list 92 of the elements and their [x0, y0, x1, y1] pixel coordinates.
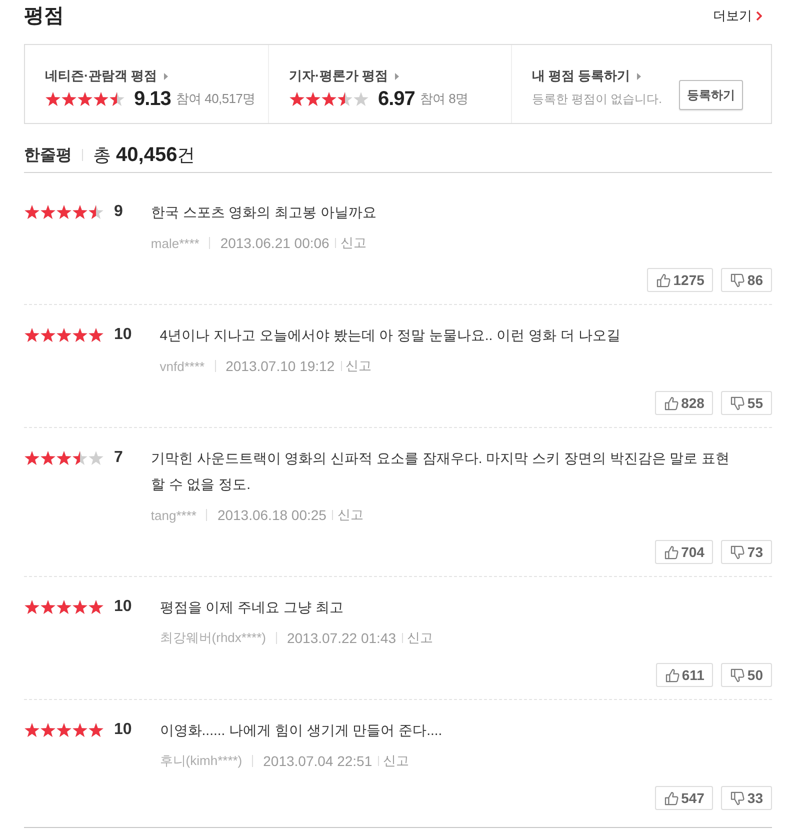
- chevron-right-icon: [756, 11, 762, 21]
- review-date: 2013.07.22 01:43: [286, 630, 396, 646]
- reviewer-name: 최강웨버(rhdx****): [160, 629, 266, 647]
- reviewer-name: 후니(kimh****): [160, 752, 242, 770]
- participant-count: 참여 40,517명: [176, 90, 256, 108]
- star-icon: [88, 451, 104, 465]
- dislike-button[interactable]: 50: [721, 663, 772, 687]
- star-icon: [24, 328, 40, 342]
- star-icon: [56, 205, 72, 219]
- register-rating-link[interactable]: 내 평점 등록하기: [532, 68, 662, 84]
- participant-count: 참여 8명: [420, 90, 468, 108]
- star-icon: [24, 723, 40, 737]
- star-icon: [56, 600, 72, 614]
- star-icon: [40, 600, 56, 614]
- average-score: 9.13: [134, 88, 171, 110]
- more-link[interactable]: 더보기: [713, 7, 762, 25]
- review-score: 10: [114, 598, 132, 616]
- review-score: 9: [114, 203, 123, 221]
- star-icon: [56, 328, 72, 342]
- reviewer-name: vnfd****: [160, 358, 205, 374]
- review-date: 2013.06.18 00:25: [217, 507, 326, 523]
- caret-icon: [394, 72, 399, 80]
- comments-title: 한줄평: [24, 146, 72, 166]
- star-icon: [61, 92, 77, 106]
- thumbs-down-icon: [730, 668, 746, 682]
- star-icon: [289, 92, 305, 106]
- thumbs-down-icon: [730, 396, 746, 410]
- star-icon: [88, 600, 104, 614]
- thumbs-down-icon: [730, 544, 746, 560]
- comment-total: 총 40,456건: [93, 143, 196, 167]
- review-date: 2013.06.21 00:06: [220, 235, 330, 251]
- rating-link[interactable]: 기자·평론가 평점: [289, 68, 511, 84]
- star-icon: [40, 328, 56, 342]
- like-button[interactable]: 547: [655, 786, 714, 810]
- star-icon: [40, 723, 56, 737]
- star-icon: [24, 600, 40, 614]
- thumbs-up-icon: [664, 790, 680, 806]
- star-icon: [88, 205, 104, 219]
- thumbs-down-icon: [730, 272, 746, 288]
- section-title: 평점: [24, 4, 64, 29]
- star-icon: [40, 451, 56, 465]
- review-score: 10: [114, 326, 132, 344]
- star-icon: [72, 600, 88, 614]
- review-text: 평점을 이제 주네요 그냥 최고: [160, 598, 344, 617]
- star-icon: [56, 451, 72, 465]
- caret-icon: [164, 72, 168, 80]
- reviewer-name: male****: [150, 236, 200, 250]
- star-icon: [24, 451, 40, 465]
- review-score: 10: [114, 721, 132, 739]
- star-icon: [45, 92, 61, 106]
- star-icon: [72, 205, 88, 219]
- review-text: 한국 스포츠 영화의 최고봉 아닐까요: [150, 203, 378, 222]
- star-icon: [353, 92, 369, 106]
- review-text: 이영화...... 나에게 힘이 생기게 만들어 준다....: [160, 721, 444, 740]
- like-button[interactable]: 1275: [647, 268, 714, 292]
- dislike-button[interactable]: 33: [721, 786, 772, 810]
- star-icon: [72, 328, 88, 342]
- star-icon: [337, 92, 353, 106]
- star-icon: [77, 92, 93, 106]
- star-icon: [109, 92, 125, 106]
- star-icon: [321, 92, 337, 106]
- thumbs-up-icon: [664, 544, 680, 560]
- thumbs-up-icon: [664, 668, 680, 682]
- caret-icon: [637, 72, 642, 80]
- thumbs-up-icon: [664, 396, 680, 410]
- star-icon: [72, 723, 88, 737]
- thumbs-down-icon: [730, 790, 746, 806]
- like-button[interactable]: 611: [656, 663, 714, 687]
- dislike-button[interactable]: 73: [721, 540, 772, 564]
- rating-link[interactable]: 네티즌·관람객 평점: [45, 68, 268, 84]
- reviewer-name: tang****: [150, 508, 196, 522]
- star-icon: [305, 92, 321, 106]
- review-text: 4년이나 지나고 오늘에서야 봤는데 아 정말 눈물나요.. 이런 영화 더 나오길: [160, 326, 622, 345]
- review-date: 2013.07.04 22:51: [263, 753, 372, 769]
- star-icon: [88, 328, 104, 342]
- dislike-button[interactable]: 55: [721, 391, 772, 415]
- like-button[interactable]: 704: [655, 540, 714, 564]
- dislike-button[interactable]: 86: [721, 268, 772, 292]
- average-score: 6.97: [378, 88, 415, 110]
- star-icon: [88, 723, 104, 737]
- thumbs-up-icon: [656, 272, 672, 288]
- star-icon: [93, 92, 109, 106]
- register-button[interactable]: 등록하기: [679, 80, 743, 110]
- review-text: 기막힌 사운드트랙이 영화의 신파적 요소를 잠재우다. 마지막 스키 장면의 박진감은 말로 표현할 수 없을 정도.: [150, 449, 731, 494]
- star-icon: [24, 205, 40, 219]
- no-rating-message: 등록한 평점이 없습니다.: [532, 90, 662, 108]
- star-icon: [72, 451, 88, 465]
- like-button[interactable]: 828: [655, 391, 714, 415]
- star-icon: [56, 723, 72, 737]
- star-icon: [40, 205, 56, 219]
- review-score: 7: [114, 449, 123, 467]
- review-date: 2013.07.10 19:12: [226, 358, 335, 374]
